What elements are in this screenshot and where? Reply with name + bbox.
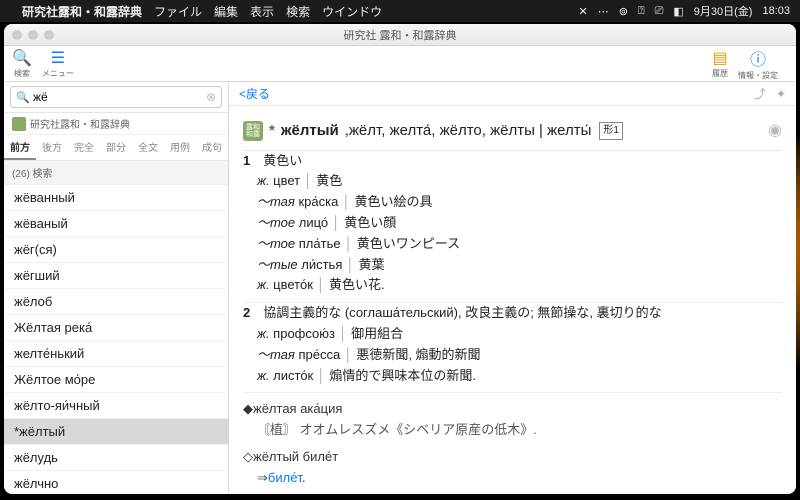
filter-idiom[interactable]: 成句 <box>196 135 228 160</box>
filter-tabs: 前方 後方 完全 部分 全文 用例 成句 <box>4 135 228 161</box>
toolbar-info-button[interactable]: ⓘ 情報・設定 <box>738 46 778 81</box>
list-item[interactable]: жёлчно <box>4 471 228 494</box>
list-item[interactable]: Жёлтая река́ <box>4 315 228 341</box>
list-item[interactable]: жёлоб <box>4 289 228 315</box>
menu-window[interactable]: ウインドウ <box>322 3 382 20</box>
filter-fulltext[interactable]: 全文 <box>132 135 164 160</box>
list-item[interactable]: жёваный <box>4 211 228 237</box>
traffic-lights[interactable] <box>12 30 54 40</box>
menu-view[interactable]: 表示 <box>250 3 274 20</box>
mac-menubar: 研究社露和・和露辞典 ファイル 編集 表示 検索 ウインドウ ✕ ⋯ ⊚ ⍰ ⎚… <box>0 0 800 22</box>
entry-body: 露和和露*жёлтый,жёлт, желта́, жёлто, жёлты |… <box>229 106 796 494</box>
list-item[interactable]: жёлудь <box>4 445 228 471</box>
app-window: 研究社 露和・和露辞典 🔍 検索 ☰ メニュー ▤ 履歴 ⓘ 情報・設定 🔍 ⊗ <box>4 24 796 494</box>
list-item[interactable]: жёванный <box>4 185 228 211</box>
window-title: 研究社 露和・和露辞典 <box>343 27 456 43</box>
results-list: жёванныйжёваныйжёг(ся)жёгшийжёлобЖёлтая … <box>4 185 228 494</box>
headword: 露和和露*жёлтый,жёлт, желта́, жёлто, жёлты |… <box>243 112 782 151</box>
list-item[interactable]: жёлто-яи́чный <box>4 393 228 419</box>
dict-selector[interactable]: 研究社露和・和露辞典 <box>4 113 228 135</box>
toolbar-search-button[interactable]: 🔍 検索 <box>12 48 32 79</box>
search-field-icon: 🔍 <box>16 91 30 104</box>
display-icon[interactable]: ⎚ <box>655 5 664 18</box>
control-center-icon[interactable]: ◧ <box>673 5 683 18</box>
toolbar-menu-button[interactable]: ☰ メニュー <box>42 48 74 79</box>
search-icon: 🔍 <box>12 48 32 68</box>
search-input[interactable] <box>10 86 222 108</box>
audio-icon[interactable]: ◉ <box>768 118 782 144</box>
menu-edit[interactable]: 編集 <box>214 3 238 20</box>
sidebar: 🔍 ⊗ 研究社露和・和露辞典 前方 後方 完全 部分 全文 用例 成句 (26)… <box>4 82 229 494</box>
menubar-date[interactable]: 9月30日(金) <box>694 3 753 19</box>
history-icon: ▤ <box>712 48 727 68</box>
result-count: (26) 検索 <box>4 161 228 185</box>
titlebar: 研究社 露和・和露辞典 <box>4 24 796 46</box>
list-item[interactable]: Жёлтое мо́ре <box>4 367 228 393</box>
bluetooth-icon[interactable]: ⋯ <box>598 5 609 18</box>
list-item[interactable]: жёг(ся) <box>4 237 228 263</box>
detail-pane: <戻る ⤴ ✦ 露和和露*жёлтый,жёлт, желта́, жёлто,… <box>229 82 796 494</box>
settings-icon[interactable]: ✦ <box>776 87 786 101</box>
list-item[interactable]: жёгший <box>4 263 228 289</box>
info-icon: ⓘ <box>750 46 766 70</box>
app-name[interactable]: 研究社露和・和露辞典 <box>22 3 142 20</box>
filter-suffix[interactable]: 後方 <box>36 135 68 160</box>
list-item[interactable]: *жёлтый <box>4 419 228 445</box>
user-icon[interactable]: ⍰ <box>638 5 645 18</box>
menu-icon: ☰ <box>51 48 65 68</box>
clear-icon[interactable]: ⊗ <box>206 90 216 104</box>
menu-search[interactable]: 検索 <box>286 3 310 20</box>
dict-badge: 露和和露 <box>243 121 263 141</box>
filter-prefix[interactable]: 前方 <box>4 135 36 160</box>
filter-examples[interactable]: 用例 <box>164 135 196 160</box>
toolbar-history-button[interactable]: ▤ 履歴 <box>712 48 728 79</box>
back-button[interactable]: <戻る <box>239 85 270 102</box>
dict-icon <box>12 117 26 131</box>
share-icon[interactable]: ⤴ <box>754 85 766 102</box>
menubar-time[interactable]: 18:03 <box>762 5 790 17</box>
status-icon[interactable]: ✕ <box>579 5 588 18</box>
filter-partial[interactable]: 部分 <box>100 135 132 160</box>
list-item[interactable]: желте́нький <box>4 341 228 367</box>
filter-exact[interactable]: 完全 <box>68 135 100 160</box>
toolbar: 🔍 検索 ☰ メニュー ▤ 履歴 ⓘ 情報・設定 <box>4 46 796 82</box>
wifi-icon[interactable]: ⊚ <box>619 5 628 18</box>
menu-file[interactable]: ファイル <box>154 3 202 20</box>
